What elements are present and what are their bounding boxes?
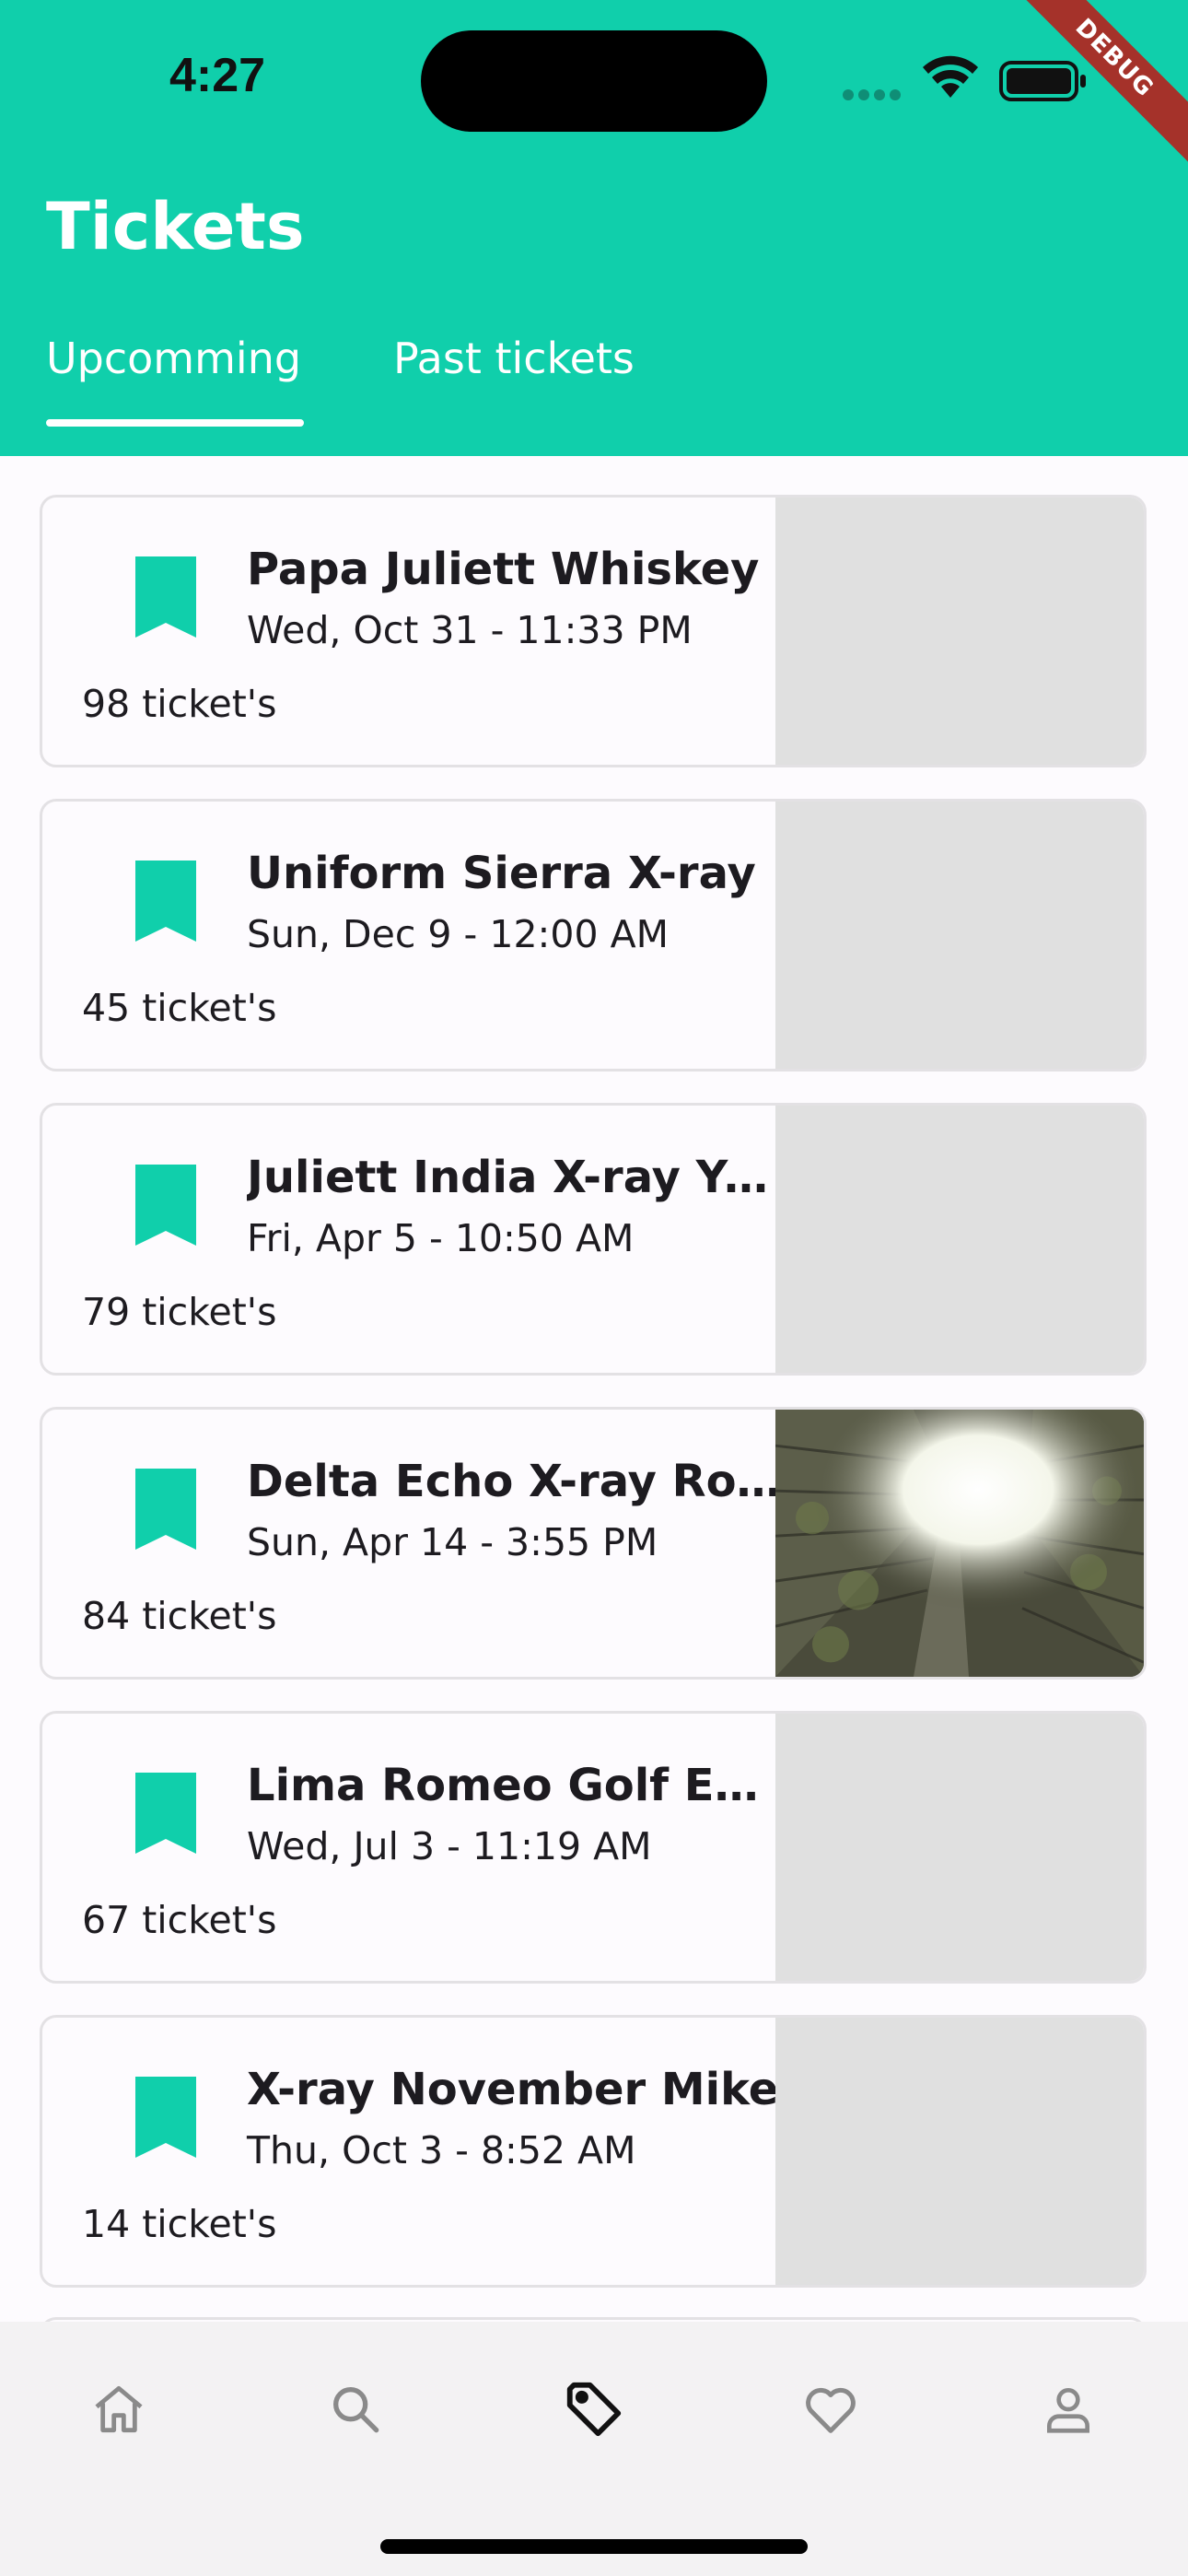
battery-icon <box>999 61 1086 101</box>
ticket-title: Lima Romeo Golf Echo <box>247 1760 781 1811</box>
bookmark-icon <box>135 556 196 638</box>
ticket-title: X-ray November Mike <box>247 2064 779 2115</box>
ticket-image-placeholder <box>775 498 1144 765</box>
ticket-card[interactable]: Lima Romeo Golf Echo Wed, Jul 3 - 11:19 … <box>40 1711 1147 1984</box>
tab-indicator <box>46 419 304 427</box>
search-icon <box>333 2387 379 2433</box>
ticket-date: Wed, Oct 31 - 11:33 PM <box>247 608 693 652</box>
ticket-card[interactable]: Delta Echo X-ray Romeo Sun, Apr 14 - 3:5… <box>40 1407 1147 1680</box>
ticket-date: Thu, Oct 3 - 8:52 AM <box>247 2128 636 2172</box>
ticket-date: Wed, Jul 3 - 11:19 AM <box>247 1824 652 1868</box>
home-icon <box>95 2385 143 2433</box>
nav-tickets[interactable] <box>557 2372 631 2446</box>
nav-search[interactable] <box>319 2372 392 2446</box>
wifi-icon <box>923 55 978 98</box>
person-icon <box>1047 2388 1089 2433</box>
dynamic-island <box>421 30 767 132</box>
ticket-image-placeholder <box>775 802 1144 1069</box>
tab-past-tickets[interactable]: Past tickets <box>393 334 635 383</box>
ticket-card[interactable]: Uniform Sierra X-ray Sun, Dec 9 - 12:00 … <box>40 799 1147 1071</box>
ticket-count: 14 ticket's <box>82 2202 277 2246</box>
ticket-title: Uniform Sierra X-ray <box>247 848 756 899</box>
bookmark-icon <box>135 2077 196 2158</box>
ticket-date: Sun, Dec 9 - 12:00 AM <box>247 912 669 956</box>
signal-icon <box>843 87 905 104</box>
ticket-count: 79 ticket's <box>82 1290 277 1334</box>
ticket-card[interactable]: Papa Juliett Whiskey Wed, Oct 31 - 11:33… <box>40 495 1147 767</box>
ticket-count: 84 ticket's <box>82 1594 277 1638</box>
ticket-date: Sun, Apr 14 - 3:55 PM <box>247 1520 658 1564</box>
ticket-card[interactable]: X-ray November Mike Thu, Oct 3 - 8:52 AM… <box>40 2015 1147 2288</box>
ticket-title: Delta Echo X-ray Romeo <box>247 1456 781 1507</box>
ticket-count: 98 ticket's <box>82 682 277 726</box>
tag-icon <box>566 2382 622 2437</box>
building-photo <box>775 1410 1144 1677</box>
ticket-date: Fri, Apr 5 - 10:50 AM <box>247 1216 635 1260</box>
ticket-image-placeholder <box>775 2018 1144 2285</box>
ticket-title: Papa Juliett Whiskey <box>247 544 760 595</box>
ticket-image-placeholder <box>775 1106 1144 1373</box>
ticket-count: 67 ticket's <box>82 1898 277 1942</box>
nav-home[interactable] <box>82 2372 156 2446</box>
app-header: 4:27 DEBUG Tickets Upcomming Past ticket… <box>0 0 1188 456</box>
ticket-count: 45 ticket's <box>82 986 277 1030</box>
status-time: 4:27 <box>169 49 266 102</box>
page-title: Tickets <box>46 189 305 264</box>
nav-profile[interactable] <box>1031 2372 1105 2446</box>
ticket-title: Juliett India X-ray Yankee <box>247 1152 781 1203</box>
tab-upcoming[interactable]: Upcomming <box>46 334 301 383</box>
bookmark-icon <box>135 861 196 942</box>
heart-icon <box>806 2387 856 2433</box>
nav-favorites[interactable] <box>794 2372 868 2446</box>
bookmark-icon <box>135 1165 196 1246</box>
bookmark-icon <box>135 1469 196 1550</box>
bookmark-icon <box>135 1773 196 1854</box>
ticket-card[interactable]: Juliett India X-ray Yankee Fri, Apr 5 - … <box>40 1103 1147 1376</box>
home-indicator <box>380 2539 808 2554</box>
ticket-image-placeholder <box>775 1714 1144 1981</box>
bottom-nav <box>0 2322 1188 2576</box>
